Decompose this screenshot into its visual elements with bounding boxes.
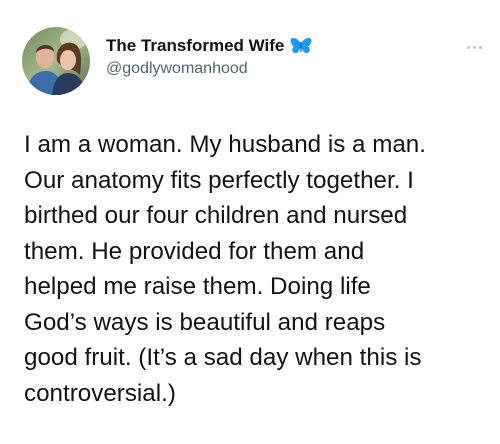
- tweet-text-line: helped me raise them. Doing life: [24, 273, 371, 300]
- more-options-icon[interactable]: [462, 40, 486, 54]
- dot: [472, 45, 476, 49]
- tweet-text-line: them. He provided for them and: [24, 237, 365, 265]
- tweet: The Transformed Wife @godlywomanhood I a…: [0, 0, 500, 444]
- avatar[interactable]: [22, 27, 90, 95]
- username-handle[interactable]: @godlywomanhood: [106, 60, 406, 78]
- tweet-text-line: I am a woman. My husband is a man.: [24, 131, 426, 158]
- tweet-text: I am a woman. My husband is a man. Our a…: [24, 127, 486, 411]
- tweet-text-line: Our anatomy fits perfectly together. I: [24, 166, 414, 194]
- dot: [466, 45, 470, 49]
- tweet-text-line: controversial.): [24, 379, 176, 407]
- display-name[interactable]: The Transformed Wife: [106, 36, 284, 56]
- butterfly-icon: [290, 37, 312, 55]
- user-info: The Transformed Wife @godlywomanhood: [106, 34, 406, 78]
- tweet-text-line: God’s ways is beautiful and reaps: [24, 308, 386, 336]
- profile-photo: [22, 27, 90, 95]
- tweet-text-line: good fruit. (It’s a sad day when this is: [24, 344, 422, 371]
- tweet-text-line: birthed our four children and nursed: [24, 202, 408, 229]
- dot: [478, 45, 482, 49]
- name-row: The Transformed Wife: [106, 34, 406, 58]
